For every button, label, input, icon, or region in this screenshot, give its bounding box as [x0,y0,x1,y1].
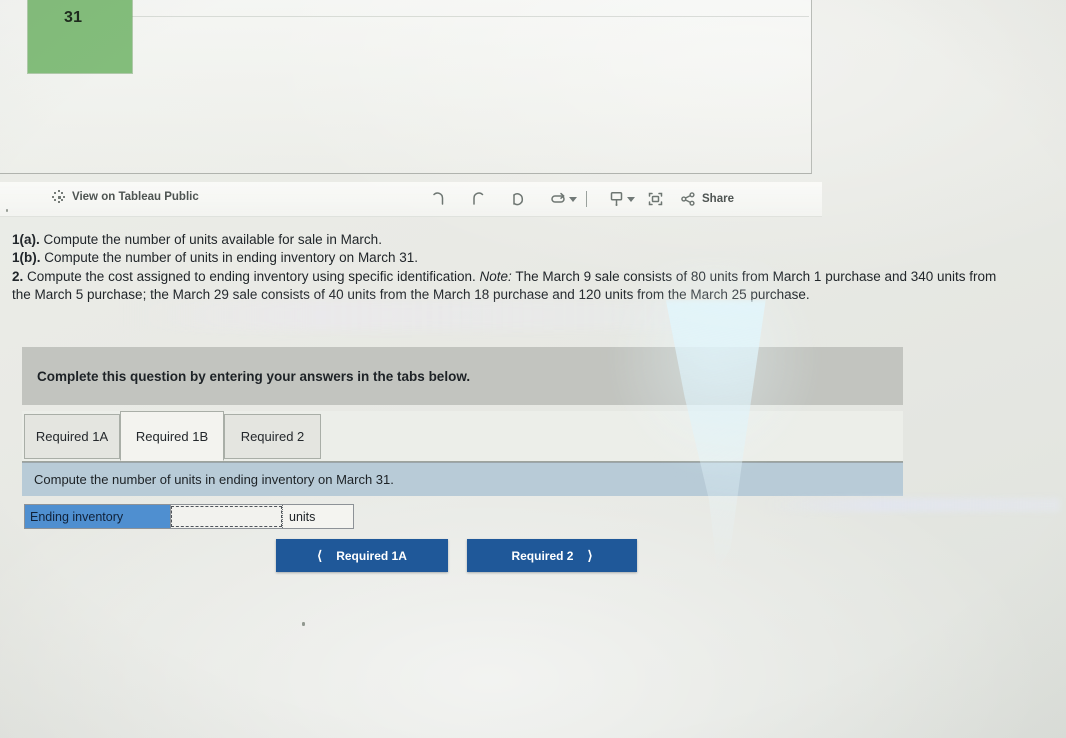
answer-row-label-cell[interactable]: Ending inventory [25,505,170,528]
chevron-left-icon: ⟨ [317,548,323,563]
share-icon [681,192,695,206]
tableau-viz-frame: 31 [0,0,812,174]
question-line-2: 2. Compute the cost assigned to ending i… [12,268,1006,305]
prev-requirement-button[interactable]: ⟨ Required 1A [276,539,448,572]
question-text-block: 1(a). Compute the number of units availa… [12,231,1006,305]
tab-required-2-label: Required 2 [240,429,305,444]
answer-row-units-cell: units [283,505,353,528]
tab-required-1b[interactable]: Required 1B [120,411,224,461]
question-line-1a: 1(a). Compute the number of units availa… [12,231,1006,249]
chevron-right-icon: ⟩ [587,548,593,563]
question-2-label: 2. [12,268,24,284]
tab-required-2[interactable]: Required 2 [224,414,321,459]
question-line-1b: 1(b). Compute the number of units in end… [12,249,1006,267]
question-2-note-label: Note: [479,268,512,284]
tableau-logo-icon [52,190,65,203]
question-1a-label: 1(a). [12,232,40,247]
toolbar-icon-group: Share [418,189,734,209]
requirement-instruction-text: Compute the number of units in ending in… [34,472,394,487]
answer-panel-header: Complete this question by entering your … [22,347,903,405]
answer-row-units-label: units [289,509,316,524]
question-2-text-a: Compute the cost assigned to ending inve… [23,268,480,284]
requirement-tab-strip: Required 1A Required 1B Required 2 [22,411,903,462]
view-on-tableau-public-link[interactable]: View on Tableau Public [52,190,199,203]
viz-green-cell[interactable]: 31 [28,0,132,73]
redo-icon[interactable] [458,189,498,209]
next-requirement-button[interactable]: Required 2 ⟩ [467,539,637,572]
refresh-chevron-down-icon[interactable] [569,196,577,202]
tableau-toolbar: View on Tableau Public Share [0,182,822,217]
undo-icon[interactable] [418,189,458,209]
share-label: Share [702,193,734,205]
viz-axis-line [130,16,809,17]
tab-required-1b-label: Required 1B [135,428,209,444]
download-chevron-down-icon[interactable] [627,196,635,202]
toolbar-divider [586,191,587,207]
ending-inventory-input[interactable] [171,505,282,528]
requirement-instruction-bar: Compute the number of units in ending in… [22,462,903,496]
question-1b-text: Compute the number of units in ending in… [40,250,418,266]
question-1b-label: 1(b). [12,250,41,266]
tab-required-1a[interactable]: Required 1A [24,414,120,459]
viz-cell-value: 31 [64,9,83,26]
answer-row-label: Ending inventory [30,509,124,524]
ending-inventory-input-cell[interactable] [170,505,283,528]
answer-panel-header-text: Complete this question by entering your … [37,368,471,384]
share-button[interactable]: Share [681,192,734,206]
prev-requirement-label: Required 1A [336,548,407,563]
view-on-tableau-public-label: View on Tableau Public [72,190,199,203]
fullscreen-icon[interactable] [635,189,675,209]
tab-required-1a-label: Required 1A [35,429,109,444]
question-1a-text: Compute the number of units available fo… [39,232,382,247]
revert-icon[interactable] [498,189,538,209]
answer-input-row: Ending inventory units [24,504,354,529]
next-requirement-label: Required 2 [511,548,574,563]
